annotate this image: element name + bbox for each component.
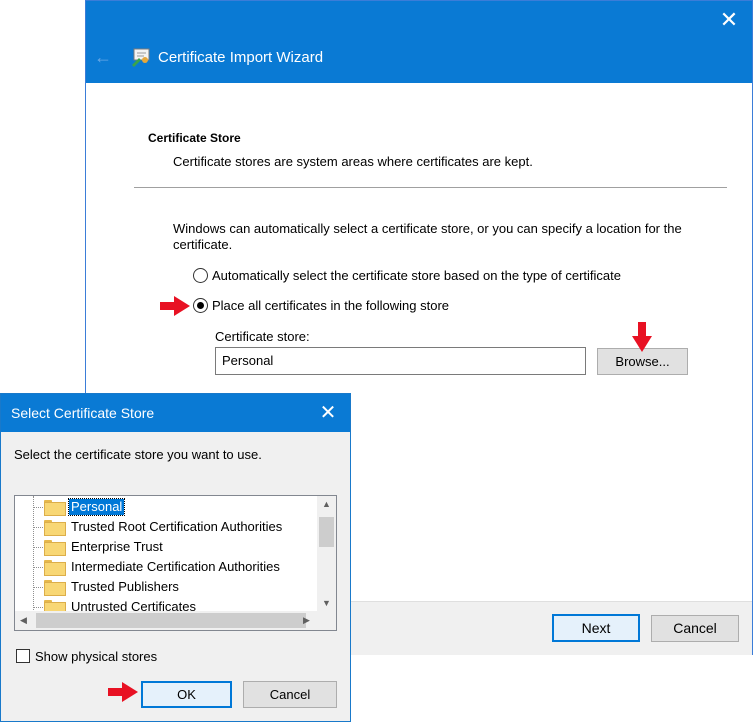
auto-select-radio-label[interactable]: Automatically select the certificate sto… [212,268,621,283]
place-in-store-radio[interactable] [193,298,208,313]
horizontal-scrollbar[interactable]: ◀ ▶ [15,611,336,630]
store-tree-rows: Personal Trusted Root Certification Auth… [15,496,315,612]
divider [134,187,727,188]
folder-icon [44,520,66,536]
tree-connector [33,607,43,608]
browse-button[interactable]: Browse... [597,348,688,375]
red-arrow-icon [160,296,190,316]
chevron-down-icon[interactable]: ▼ [317,595,336,612]
tree-connector [33,567,43,568]
show-physical-stores-checkbox[interactable] [16,649,30,663]
close-icon[interactable]: ✕ [306,394,350,432]
dialog-cancel-button[interactable]: Cancel [243,681,337,708]
dialog-prompt: Select the certificate store you want to… [14,447,262,462]
show-physical-stores-label[interactable]: Show physical stores [35,649,157,664]
tree-item-label: Trusted Root Certification Authorities [71,519,283,534]
folder-icon [44,560,66,576]
chevron-left-icon[interactable]: ◀ [15,611,32,630]
auto-select-radio[interactable] [193,268,208,283]
horizontal-scroll-thumb[interactable] [36,613,306,628]
tree-connector [33,527,43,528]
vertical-scrollbar[interactable]: ▲ ▼ [317,496,336,612]
certificate-store-field[interactable]: Personal [215,347,586,375]
close-icon[interactable]: ✕ [706,1,752,39]
intro-text: Windows can automatically select a certi… [173,221,682,252]
chevron-right-icon[interactable]: ▶ [298,611,315,630]
wizard-title: Certificate Import Wizard [158,49,324,66]
tree-item-intermediate[interactable]: Intermediate Certification Authorities [15,557,315,577]
tree-item-enterprise-trust[interactable]: Enterprise Trust [15,537,315,557]
tree-connector [33,547,43,548]
tree-item-label: Intermediate Certification Authorities [71,559,280,574]
tree-connector [33,507,43,508]
place-in-store-radio-label[interactable]: Place all certificates in the following … [212,298,449,313]
tree-item-label: Trusted Publishers [71,579,179,594]
select-certificate-store-dialog: Select Certificate Store ✕ Select the ce… [0,393,351,722]
tree-item-label: Enterprise Trust [71,539,163,554]
section-description: Certificate stores are system areas wher… [173,154,533,169]
tree-item-label: Personal [67,498,126,516]
ok-button[interactable]: OK [141,681,232,708]
certificate-store-label: Certificate store: [215,329,310,344]
tree-item-trusted-root[interactable]: Trusted Root Certification Authorities [15,517,315,537]
vertical-scroll-thumb[interactable] [319,517,334,547]
scroll-corner [317,611,336,630]
chevron-up-icon[interactable]: ▲ [317,496,336,513]
store-tree[interactable]: Personal Trusted Root Certification Auth… [14,495,337,631]
tree-connector [33,587,43,588]
folder-icon [44,580,66,596]
red-arrow-icon [108,682,138,702]
tree-item-personal[interactable]: Personal [15,497,315,517]
folder-icon [44,540,66,556]
red-arrow-icon [632,322,652,352]
folder-icon [44,500,66,516]
certificate-icon [132,48,150,67]
dialog-title-bar: Select Certificate Store ✕ [1,394,350,432]
tree-item-trusted-publishers[interactable]: Trusted Publishers [15,577,315,597]
back-arrow-icon[interactable]: ← [94,47,112,67]
wizard-cancel-button[interactable]: Cancel [651,615,739,642]
section-title: Certificate Store [148,131,241,145]
dialog-title: Select Certificate Store [11,405,155,421]
next-button[interactable]: Next [552,614,640,642]
tree-item-untrusted[interactable]: Untrusted Certificates [15,597,315,612]
wizard-title-bar: ✕ ← Certificate Import Wizard [86,1,752,83]
